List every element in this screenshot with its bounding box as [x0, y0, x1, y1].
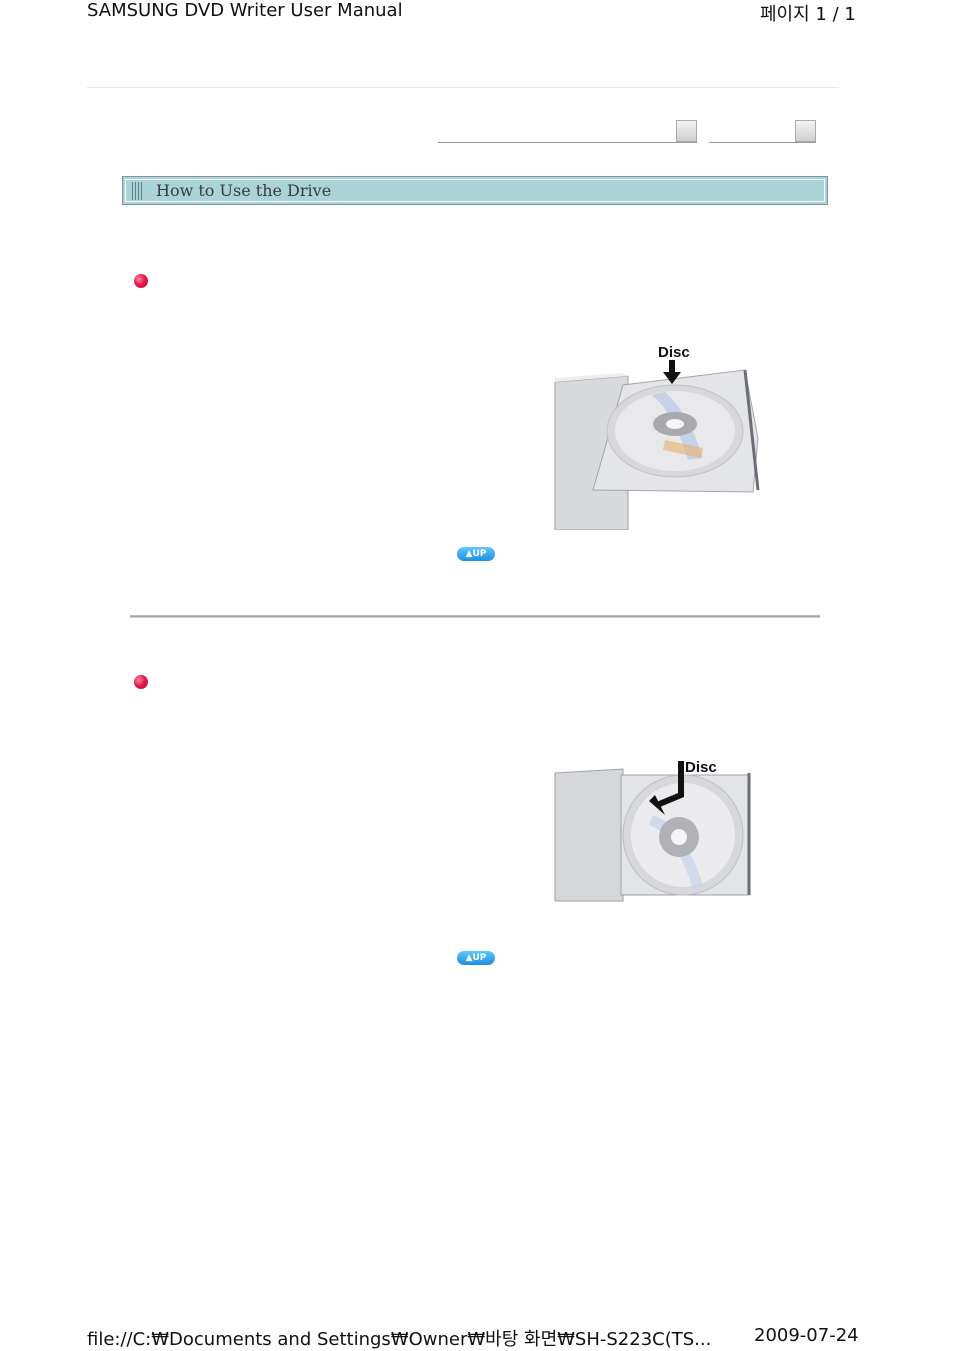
- page-title-bar: How to Use the Drive: [122, 176, 828, 205]
- section-2-bullet-icon: [134, 675, 148, 689]
- print-footer-path: file://C:₩Documents and Settings₩Owner₩바…: [87, 1329, 712, 1350]
- topic-select-button[interactable]: [795, 120, 816, 142]
- chapter-select[interactable]: [438, 120, 697, 143]
- disc-label-2: Disc: [685, 759, 717, 776]
- chapter-select-button[interactable]: [676, 120, 697, 142]
- header-divider: [87, 87, 839, 88]
- disc-label-1: Disc: [658, 344, 690, 361]
- topic-select[interactable]: [709, 120, 816, 143]
- up-button-1[interactable]: ▲UP: [457, 547, 495, 561]
- up-button-2[interactable]: ▲UP: [457, 951, 495, 965]
- page-title: How to Use the Drive: [156, 181, 332, 200]
- print-header-page-number: 페이지 1 / 1: [760, 4, 856, 25]
- print-footer-date: 2009-07-24: [754, 1325, 859, 1346]
- title-stripes-icon: [132, 181, 144, 200]
- print-header-title: SAMSUNG DVD Writer User Manual: [87, 0, 403, 21]
- section-divider: [130, 615, 820, 618]
- section-1-bullet-icon: [134, 274, 148, 288]
- drive-tray-figure-2: Disc: [554, 759, 751, 902]
- drive-tray-figure-1: Disc: [554, 344, 760, 530]
